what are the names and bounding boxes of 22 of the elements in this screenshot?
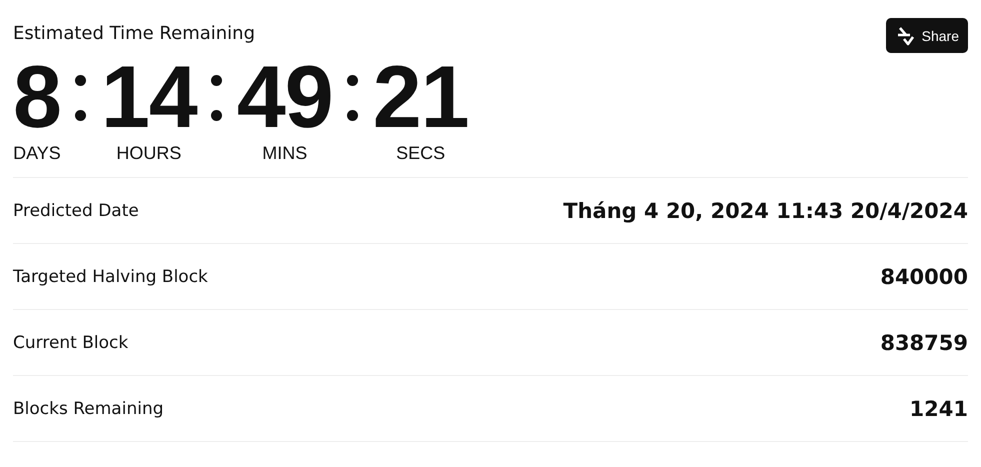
countdown-unit: HOURS: [116, 143, 182, 164]
detail-value: 1241: [910, 396, 968, 420]
separator-icon: [210, 75, 223, 121]
countdown-unit: MINS: [262, 143, 308, 164]
detail-label: Blocks Remaining: [13, 398, 164, 418]
detail-value: Tháng 4 20, 2024 11:43 20/4/2024: [563, 198, 968, 222]
detail-label: Predicted Date: [13, 200, 139, 220]
countdown-unit: SECS: [396, 143, 446, 164]
countdown-title: Estimated Time Remaining: [13, 23, 256, 44]
countdown-value: 49: [236, 55, 333, 139]
share-button[interactable]: Share: [886, 18, 968, 53]
separator-icon: [346, 75, 359, 121]
detail-value: 838759: [880, 330, 968, 354]
detail-label: Current Block: [13, 332, 128, 352]
countdown-value: 21: [372, 55, 469, 139]
detail-value: 840000: [880, 264, 968, 288]
countdown-unit: DAYS: [13, 143, 61, 164]
countdown-value: 14: [100, 55, 197, 139]
countdown-value: 8: [13, 55, 61, 139]
detail-label: Targeted Halving Block: [13, 266, 208, 286]
share-icon: [896, 26, 916, 46]
separator-icon: [74, 75, 87, 121]
